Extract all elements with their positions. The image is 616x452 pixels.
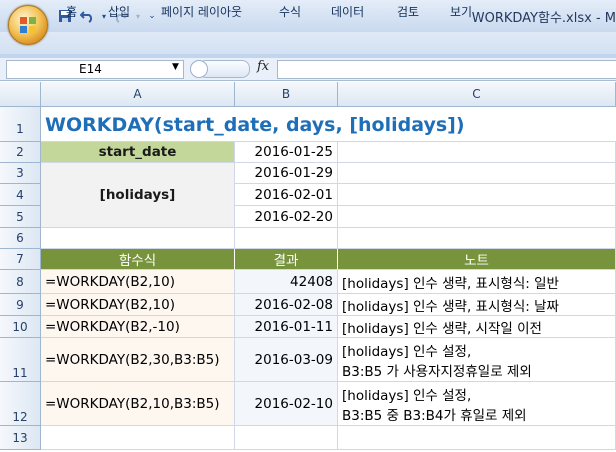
row-header-7[interactable]: 7	[0, 249, 41, 270]
table-row-note[interactable]: [holidays] 인수 생략, 표시형식: 일반	[338, 270, 616, 294]
name-box[interactable]: E14 ▼	[6, 60, 184, 79]
cell-c13[interactable]	[338, 426, 616, 450]
cell-c2[interactable]	[338, 142, 616, 163]
note-line-2: B3:B5 가 사용자지정휴일로 제외	[342, 364, 532, 380]
note-line-2: B3:B5 중 B3:B4가 휴일로 제외	[342, 408, 527, 424]
tab-data[interactable]: 데이터	[331, 3, 364, 20]
note-line-1: [holidays] 인수 설정,	[342, 344, 472, 360]
column-header-c[interactable]: C	[338, 82, 616, 107]
table-row-formula[interactable]: =WORKDAY(B2,10,B3:B5)	[41, 382, 235, 426]
tab-formulas[interactable]: 수식	[279, 3, 301, 20]
row-header-9[interactable]: 9	[0, 294, 41, 316]
cell-c6[interactable]	[338, 228, 616, 249]
column-header-a[interactable]: A	[41, 82, 235, 107]
table-row-note[interactable]: [holidays] 인수 설정, B3:B5 중 B3:B4가 휴일로 제외	[338, 382, 616, 426]
table-row-result[interactable]: 2016-02-08	[235, 294, 338, 316]
cell-b5[interactable]: 2016-02-20	[235, 206, 338, 228]
cell-c5[interactable]	[338, 206, 616, 228]
row-header-8[interactable]: 8	[0, 270, 41, 294]
cell-a13[interactable]	[41, 426, 235, 450]
table-row-note[interactable]: [holidays] 인수 생략, 표시형식: 날짜	[338, 294, 616, 316]
cell-b6[interactable]	[235, 228, 338, 249]
ribbon-tab-bar	[0, 32, 616, 54]
row-header-13[interactable]: 13	[0, 426, 41, 450]
chevron-down-icon[interactable]: ▼	[172, 62, 179, 72]
table-row-note[interactable]: [holidays] 인수 생략, 시작일 이전	[338, 316, 616, 338]
undo-dropdown-icon[interactable]: ▾	[100, 7, 108, 25]
cell-c3[interactable]	[338, 163, 616, 184]
row-header-12[interactable]: 12	[0, 382, 41, 426]
column-header-b[interactable]: B	[235, 82, 338, 107]
table-header-result[interactable]: 결과	[235, 249, 338, 270]
row-header-1[interactable]: 1	[0, 107, 41, 142]
tab-review[interactable]: 검토	[397, 3, 419, 20]
table-row-result[interactable]: 2016-01-11	[235, 316, 338, 338]
table-header-formula[interactable]: 함수식	[41, 249, 235, 270]
row-header-3[interactable]: 3	[0, 163, 41, 184]
tab-page-layout[interactable]: 페이지 레이아웃	[161, 3, 242, 20]
row-header-11[interactable]: 11	[0, 338, 41, 382]
tab-view[interactable]: 보기	[450, 3, 472, 20]
table-row-formula[interactable]: =WORKDAY(B2,10)	[41, 270, 235, 294]
table-row-result[interactable]: 2016-02-10	[235, 382, 338, 426]
table-header-note[interactable]: 노트	[338, 249, 616, 270]
table-row-formula[interactable]: =WORKDAY(B2,10)	[41, 294, 235, 316]
row-header-2[interactable]: 2	[0, 142, 41, 163]
insert-function-icon[interactable]: fx	[257, 59, 269, 74]
table-row-result[interactable]: 2016-03-09	[235, 338, 338, 382]
cell-b3[interactable]: 2016-01-29	[235, 163, 338, 184]
cell-a1[interactable]: WORKDAY(start_date, days, [holidays])	[41, 107, 616, 142]
office-logo	[20, 17, 36, 33]
cell-a6[interactable]	[41, 228, 235, 249]
office-button[interactable]	[8, 5, 48, 45]
cell-a2[interactable]: start_date	[41, 142, 235, 163]
redo-dropdown-icon[interactable]: ▾	[134, 7, 142, 25]
row-header-5[interactable]: 5	[0, 206, 41, 228]
cell-b13[interactable]	[235, 426, 338, 450]
table-row-formula[interactable]: =WORKDAY(B2,30,B3:B5)	[41, 338, 235, 382]
formula-input[interactable]	[277, 60, 616, 79]
cell-b2[interactable]: 2016-01-25	[235, 142, 338, 163]
row-header-4[interactable]: 4	[0, 184, 41, 206]
table-row-formula[interactable]: =WORKDAY(B2,-10)	[41, 316, 235, 338]
tab-insert[interactable]: 삽입	[108, 3, 130, 20]
window-title: WORKDAY함수.xlsx - M	[471, 11, 616, 26]
undo-icon[interactable]	[78, 7, 96, 25]
customize-icon[interactable]: ⌄	[146, 7, 158, 25]
sheet-title: WORKDAY(start_date, days, [holidays])	[45, 114, 465, 136]
name-box-value: E14	[79, 62, 102, 76]
table-row-result[interactable]: 42408	[235, 270, 338, 294]
cell-a3-a5[interactable]: [holidays]	[41, 163, 235, 228]
row-header-6[interactable]: 6	[0, 228, 41, 249]
table-row-note[interactable]: [holidays] 인수 설정, B3:B5 가 사용자지정휴일로 제외	[338, 338, 616, 382]
cell-c4[interactable]	[338, 184, 616, 206]
select-all-corner[interactable]	[0, 82, 41, 107]
cell-b4[interactable]: 2016-02-01	[235, 184, 338, 206]
note-line-1: [holidays] 인수 설정,	[342, 388, 472, 404]
tab-home[interactable]: 홈	[66, 3, 77, 20]
formula-bar-circle-icon	[190, 60, 208, 78]
row-header-10[interactable]: 10	[0, 316, 41, 338]
